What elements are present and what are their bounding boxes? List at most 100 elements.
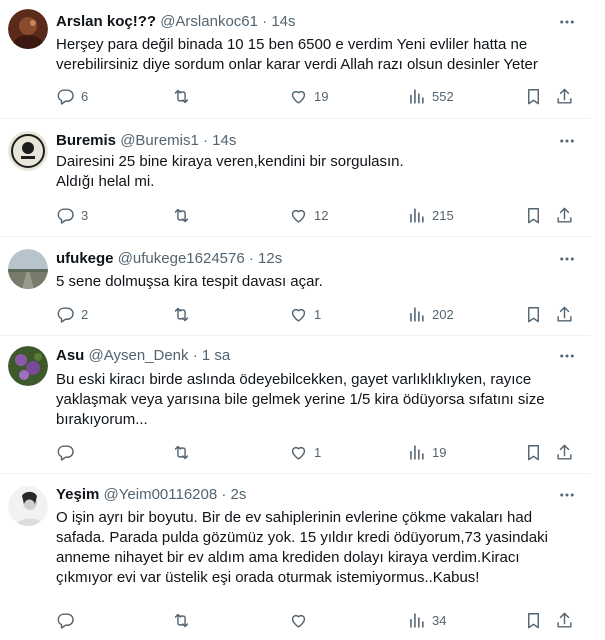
bookmark-icon — [528, 88, 539, 104]
display-name[interactable]: ufukege — [56, 250, 114, 267]
heart-icon — [291, 614, 306, 628]
tweet-header: Arslan koç!?? @Arslankoc61 · 14s — [56, 12, 296, 32]
reply-button[interactable]: 2 — [56, 304, 88, 324]
share-button[interactable] — [555, 86, 574, 106]
bookmark-button[interactable] — [524, 205, 543, 225]
avatar[interactable] — [8, 486, 48, 526]
views-button[interactable]: 34 — [407, 610, 446, 630]
separator-dot: · — [221, 486, 227, 503]
tweet-text: 5 sene dolmuşsa kira tespit davası açar. — [56, 273, 323, 290]
display-name[interactable]: Asu — [56, 347, 84, 364]
bookmark-button[interactable] — [524, 610, 543, 630]
timestamp[interactable]: 14s — [271, 13, 295, 30]
display-name[interactable]: Buremis — [56, 132, 116, 149]
tweet-header: Buremis @Buremis1 · 14s — [56, 131, 236, 151]
more-icon[interactable] — [557, 12, 577, 32]
reply-icon — [57, 207, 74, 224]
tweet[interactable]: Buremis @Buremis1 · 14s Dairesini 25 bin… — [0, 119, 591, 237]
retweet-button[interactable] — [172, 610, 197, 630]
share-button[interactable] — [555, 304, 574, 324]
views-icon — [410, 306, 424, 322]
retweet-icon — [174, 445, 189, 459]
share-icon — [557, 612, 572, 628]
retweet-icon — [174, 307, 189, 321]
heart-icon — [291, 90, 306, 104]
heart-icon — [291, 209, 306, 223]
views-icon — [410, 612, 424, 628]
views-icon — [410, 444, 424, 460]
tweet[interactable]: Asu @Aysen_Denk · 1 sa Bu eski kiracı bi… — [0, 336, 591, 474]
tweet-actions: 34 — [50, 610, 582, 630]
share-button[interactable] — [555, 442, 574, 462]
separator-dot: · — [262, 13, 268, 30]
like-button[interactable]: 1 — [289, 442, 321, 462]
reply-icon — [57, 88, 74, 105]
user-handle[interactable]: @Aysen_Denk — [89, 347, 189, 364]
user-handle[interactable]: @Yeim00116208 — [104, 486, 218, 503]
timestamp[interactable]: 14s — [212, 132, 236, 149]
reply-button[interactable]: 6 — [56, 86, 88, 106]
retweet-button[interactable] — [172, 304, 197, 324]
views-button[interactable]: 202 — [407, 304, 454, 324]
view-count: 19 — [432, 444, 447, 460]
reply-button[interactable] — [56, 610, 81, 630]
views-icon — [410, 207, 424, 223]
user-handle[interactable]: @Buremis1 — [120, 132, 199, 149]
avatar[interactable] — [8, 249, 48, 289]
timestamp[interactable]: 2s — [231, 486, 247, 503]
views-button[interactable]: 552 — [407, 86, 454, 106]
more-icon[interactable] — [557, 249, 577, 269]
views-button[interactable]: 215 — [407, 205, 454, 225]
share-button[interactable] — [555, 205, 574, 225]
more-icon[interactable] — [557, 485, 577, 505]
bookmark-button[interactable] — [524, 86, 543, 106]
reply-icon — [57, 612, 74, 629]
tweet[interactable]: Yeşim @Yeim00116208 · 2s O işin ayrı bir… — [0, 474, 591, 640]
bookmark-icon — [528, 444, 539, 460]
share-button[interactable] — [555, 610, 574, 630]
tweet-actions: 6 19 552 — [50, 86, 582, 106]
views-icon — [410, 88, 424, 104]
view-count: 34 — [432, 612, 447, 628]
retweet-button[interactable] — [172, 205, 197, 225]
share-icon — [557, 306, 572, 322]
bookmark-button[interactable] — [524, 304, 543, 324]
like-count: 12 — [314, 207, 329, 223]
timestamp[interactable]: 1 sa — [202, 347, 230, 364]
tweet[interactable]: ufukege @ufukege1624576 · 12s 5 sene dol… — [0, 237, 591, 336]
tweet-text: O işin ayrı bir boyutu. Bir de ev sahipl… — [56, 509, 548, 586]
user-handle[interactable]: @Arslankoc61 — [160, 13, 258, 30]
tweet[interactable]: Arslan koç!?? @Arslankoc61 · 14s Herşey … — [0, 0, 591, 119]
tweet-header: Yeşim @Yeim00116208 · 2s — [56, 485, 246, 505]
share-icon — [557, 207, 572, 223]
timestamp[interactable]: 12s — [258, 250, 282, 267]
reply-button[interactable]: 3 — [56, 205, 88, 225]
views-button[interactable]: 19 — [407, 442, 446, 462]
share-icon — [557, 444, 572, 460]
reply-count: 6 — [81, 88, 89, 104]
avatar[interactable] — [8, 9, 48, 49]
like-button[interactable]: 12 — [289, 205, 328, 225]
display-name[interactable]: Arslan koç!?? — [56, 13, 156, 30]
retweet-icon — [174, 613, 189, 627]
like-button[interactable]: 19 — [289, 86, 328, 106]
separator-dot: · — [248, 250, 254, 267]
tweet-actions: 2 1 202 — [50, 304, 582, 324]
bookmark-button[interactable] — [524, 442, 543, 462]
avatar[interactable] — [8, 346, 48, 386]
reply-button[interactable] — [56, 442, 81, 462]
user-handle[interactable]: @ufukege1624576 — [118, 250, 245, 267]
more-icon[interactable] — [557, 346, 577, 366]
like-button[interactable]: 1 — [289, 304, 321, 324]
like-count: 1 — [314, 444, 322, 460]
tweet-header: Asu @Aysen_Denk · 1 sa — [56, 346, 230, 366]
retweet-button[interactable] — [172, 86, 197, 106]
reply-count: 3 — [81, 207, 89, 223]
like-count: 1 — [314, 306, 322, 322]
like-button[interactable] — [289, 610, 314, 630]
more-icon[interactable] — [557, 131, 577, 151]
view-count: 215 — [432, 207, 454, 223]
avatar[interactable] — [8, 131, 48, 171]
display-name[interactable]: Yeşim — [56, 486, 99, 503]
retweet-button[interactable] — [172, 442, 197, 462]
